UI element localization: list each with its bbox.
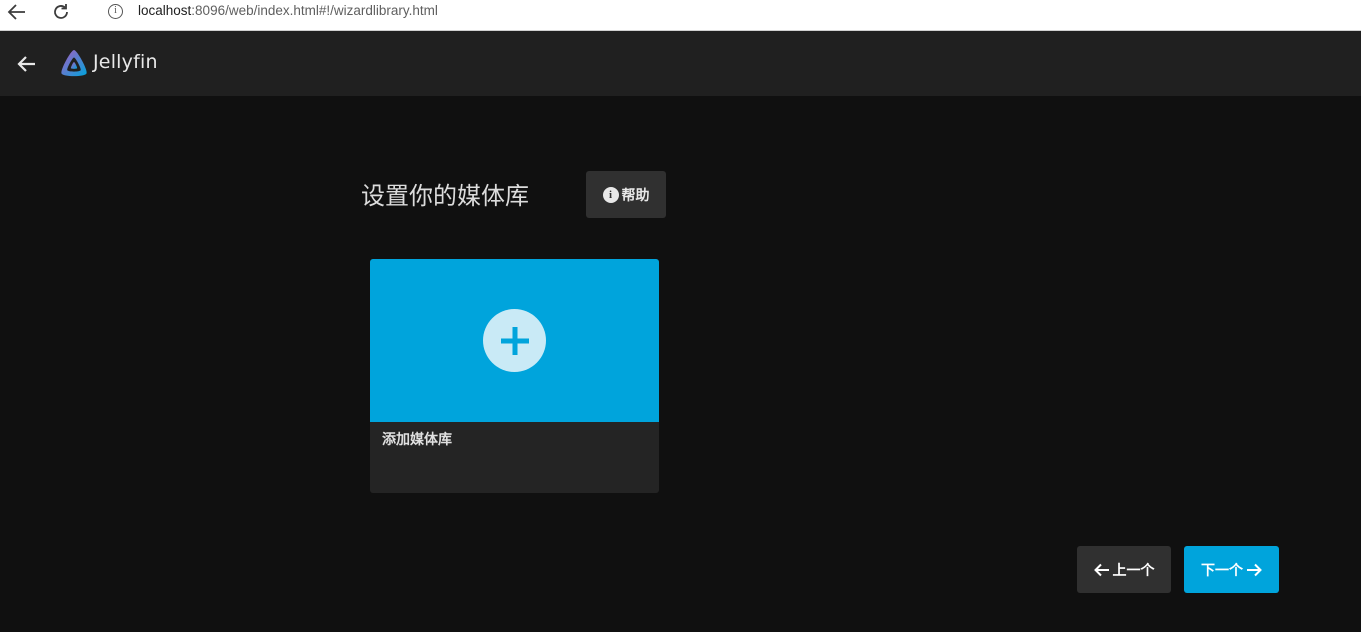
info-icon[interactable]: i <box>108 4 123 19</box>
next-button[interactable]: 下一个 <box>1184 546 1279 593</box>
url-path: :8096/web/index.html#!/wizardlibrary.htm… <box>191 3 438 18</box>
reload-icon <box>54 4 68 19</box>
app-name: Jellyfin <box>93 51 158 73</box>
add-library-label: 添加媒体库 <box>382 432 452 448</box>
url-host: localhost <box>138 3 192 18</box>
card-image <box>370 259 659 422</box>
app-header: Jellyfin <box>0 31 1361 96</box>
add-library-card[interactable]: 添加媒体库 <box>370 259 659 493</box>
header-back-button[interactable] <box>12 49 42 79</box>
arrow-left-icon <box>1093 563 1109 576</box>
browser-reload-button[interactable] <box>44 0 78 24</box>
previous-label: 上一个 <box>1112 562 1155 579</box>
arrow-right-icon <box>1247 563 1262 576</box>
help-button[interactable]: i 帮助 <box>586 171 666 218</box>
address-bar[interactable]: i localhost:8096/web/index.html#!/wizard… <box>90 0 1361 26</box>
browser-toolbar: i localhost:8096/web/index.html#!/wizard… <box>0 0 1361 31</box>
url-text: localhost:8096/web/index.html#!/wizardli… <box>138 3 438 18</box>
page-title: 设置你的媒体库 <box>361 182 529 210</box>
next-label: 下一个 <box>1201 562 1243 579</box>
browser-back-button[interactable] <box>0 0 34 24</box>
jellyfin-logo-icon <box>61 50 87 77</box>
info-icon: i <box>602 186 619 203</box>
add-circle <box>483 309 546 372</box>
back-arrow-icon <box>7 4 25 20</box>
plus-icon <box>500 326 529 355</box>
help-label: 帮助 <box>621 187 650 204</box>
back-arrow-icon <box>17 56 35 72</box>
previous-button[interactable]: 上一个 <box>1077 546 1171 593</box>
